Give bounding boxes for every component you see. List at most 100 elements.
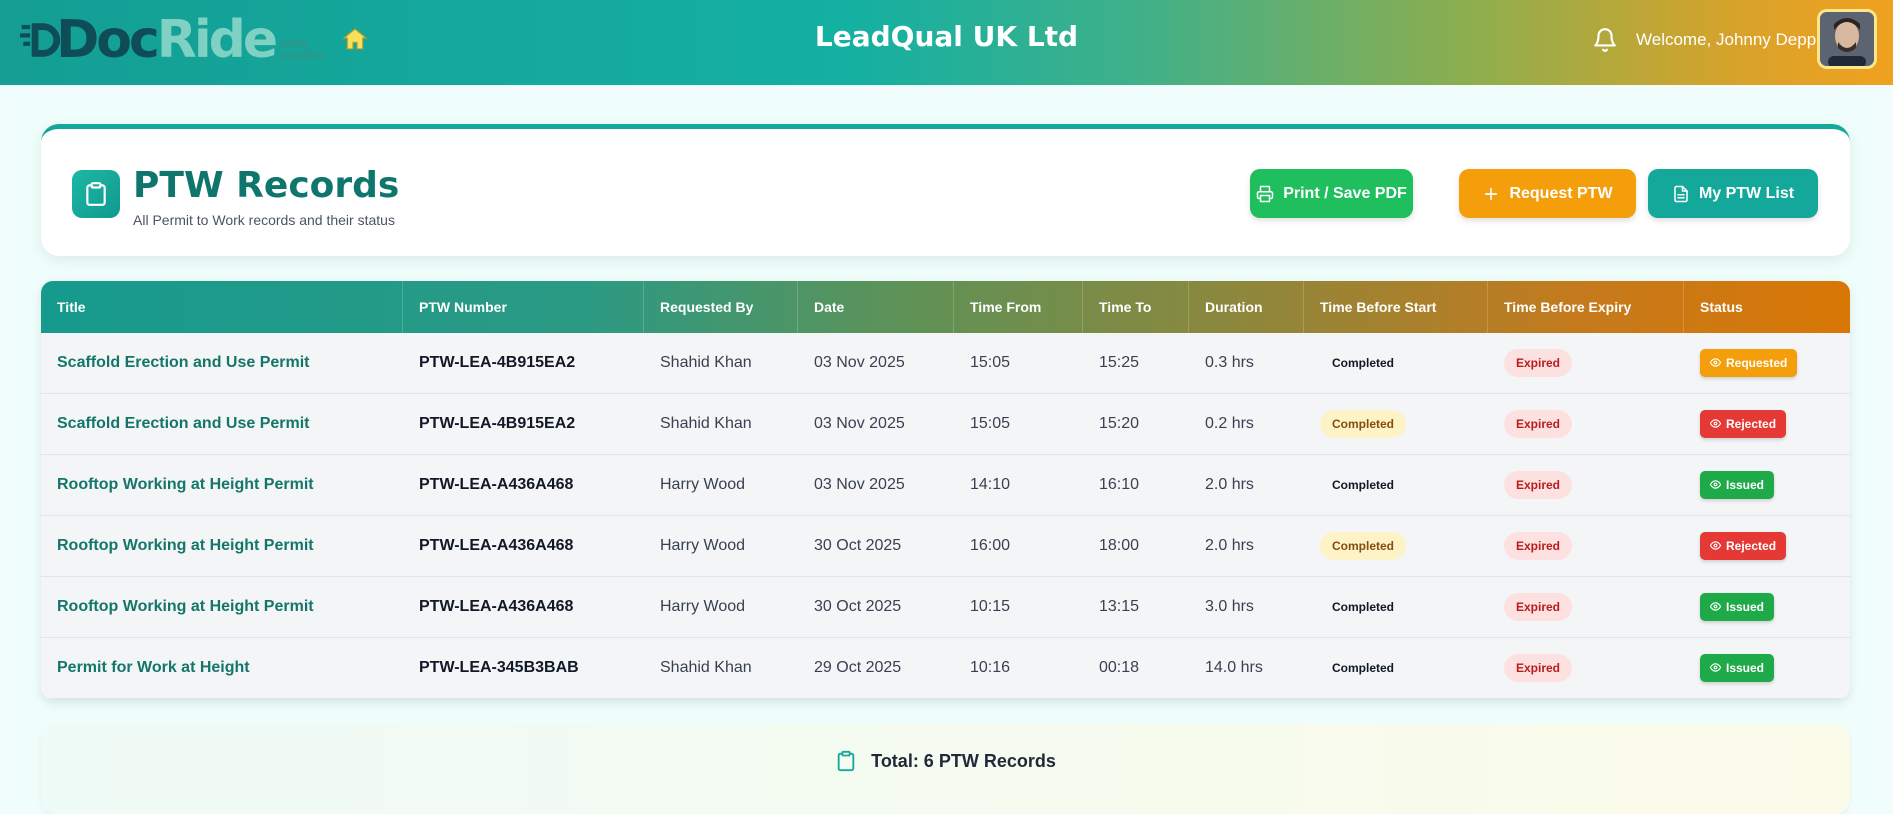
bell-icon[interactable] (1592, 26, 1618, 54)
home-icon[interactable] (342, 26, 368, 52)
cell-title[interactable]: Scaffold Erection and Use Permit (41, 394, 310, 454)
time-before-expiry-badge: Expired (1504, 470, 1573, 499)
page-subtitle: All Permit to Work records and their sta… (133, 212, 395, 228)
user-avatar-icon (1820, 12, 1874, 66)
table-row[interactable]: Rooftop Working at Height Permit PTW-LEA-… (41, 577, 1850, 638)
my-ptw-list-button[interactable]: My PTW List (1648, 169, 1818, 218)
status-label: Issued (1726, 477, 1765, 492)
cell-time-before-start: Completed (1304, 577, 1406, 637)
time-before-start-badge: Completed (1332, 477, 1395, 492)
cell-time-before-start: Completed (1304, 638, 1406, 698)
status-badge[interactable]: Rejected (1700, 409, 1787, 438)
logo-mark-icon (20, 23, 61, 57)
records-header-card: PTW Records All Permit to Work records a… (41, 124, 1850, 256)
cell-status: Rejected (1684, 394, 1787, 454)
cell-duration: 0.3 hrs (1205, 354, 1254, 371)
cell-time-to: 16:10 (1099, 476, 1140, 493)
table-row[interactable]: Permit for Work at Height PTW-LEA-345B3BA… (41, 638, 1850, 699)
cell-duration: 2.0 hrs (1205, 537, 1254, 554)
clipboard-icon (72, 170, 120, 218)
logo-text-dark: Doc (56, 10, 160, 70)
status-badge[interactable]: Issued (1700, 653, 1775, 682)
cell-requested-by: Harry Wood (660, 598, 746, 615)
cell-status: Rejected (1684, 516, 1787, 576)
column-header-status[interactable]: Status (1684, 281, 1850, 333)
column-header-date[interactable]: Date (798, 281, 954, 333)
cell-duration: 0.2 hrs (1205, 415, 1254, 432)
print-button-label: Print / Save PDF (1283, 184, 1407, 202)
cell-time-before-start: Completed (1304, 516, 1407, 576)
time-before-start-badge: Completed (1332, 599, 1395, 614)
eye-icon (1710, 541, 1721, 550)
request-button-label: Request PTW (1509, 184, 1613, 202)
printer-icon (1256, 185, 1274, 202)
cell-title[interactable]: Rooftop Working at Height Permit (41, 455, 314, 515)
time-before-expiry-badge: Expired (1504, 592, 1573, 621)
cell-time-from: 15:05 (970, 415, 1011, 432)
cell-ptw-number: PTW-LEA-A436A468 (419, 598, 574, 615)
cell-title[interactable]: Scaffold Erection and Use Permit (41, 333, 310, 393)
cell-time-to: 15:25 (1099, 354, 1140, 371)
cell-title[interactable]: Rooftop Working at Height Permit (41, 516, 314, 576)
column-header-time-before-start[interactable]: Time Before Start (1304, 281, 1488, 333)
cell-duration: 14.0 hrs (1205, 659, 1263, 676)
logo-tagline: safety simplified (279, 38, 325, 62)
time-before-start-badge: Completed (1320, 531, 1407, 560)
cell-duration: 3.0 hrs (1205, 598, 1254, 615)
status-badge[interactable]: Issued (1700, 470, 1775, 499)
cell-ptw-number: PTW-LEA-4B915EA2 (419, 415, 576, 432)
cell-status: Issued (1684, 455, 1775, 515)
cell-time-to: 18:00 (1099, 537, 1140, 554)
print-save-pdf-button[interactable]: Print / Save PDF (1250, 169, 1413, 218)
cell-time-to: 15:20 (1099, 415, 1140, 432)
column-header-time-before-expiry[interactable]: Time Before Expiry (1488, 281, 1684, 333)
logo-tagline-line2: simplified (279, 50, 325, 62)
column-header-time-from[interactable]: Time From (954, 281, 1083, 333)
cell-ptw-number: PTW-LEA-4B915EA2 (419, 354, 576, 371)
table-row[interactable]: Scaffold Erection and Use Permit PTW-LEA-… (41, 333, 1850, 394)
cell-title[interactable]: Rooftop Working at Height Permit (41, 577, 314, 637)
status-label: Rejected (1726, 416, 1777, 431)
logo-wordmark: DocRide (56, 14, 278, 66)
table-row[interactable]: Rooftop Working at Height Permit PTW-LEA-… (41, 516, 1850, 577)
eye-icon (1710, 358, 1721, 367)
status-badge[interactable]: Rejected (1700, 531, 1787, 560)
total-records-text: Total: 6 PTW Records (871, 750, 1056, 771)
eye-icon (1710, 480, 1721, 489)
cell-time-from: 10:16 (970, 659, 1011, 676)
cell-requested-by: Harry Wood (660, 537, 746, 554)
cell-time-from: 16:00 (970, 537, 1011, 554)
column-header-duration[interactable]: Duration (1189, 281, 1304, 333)
column-header-requested-by[interactable]: Requested By (644, 281, 798, 333)
avatar[interactable] (1817, 9, 1877, 69)
cell-status: Requested (1684, 333, 1798, 393)
cell-date: 03 Nov 2025 (814, 354, 905, 371)
cell-requested-by: Shahid Khan (660, 354, 752, 371)
logo-text-light: Ride (156, 10, 278, 70)
list-button-label: My PTW List (1698, 184, 1795, 202)
welcome-text: Welcome, Johnny Depp (1636, 30, 1817, 49)
cell-time-before-start: Completed (1304, 455, 1406, 515)
cell-time-before-expiry: Expired (1488, 638, 1573, 698)
cell-status: Issued (1684, 577, 1775, 637)
cell-title[interactable]: Permit for Work at Height (41, 638, 250, 698)
status-label: Rejected (1726, 538, 1777, 553)
time-before-expiry-badge: Expired (1504, 531, 1573, 560)
cell-date: 29 Oct 2025 (814, 659, 902, 676)
table-row[interactable]: Rooftop Working at Height Permit PTW-LEA-… (41, 455, 1850, 516)
column-header-title[interactable]: Title (41, 281, 403, 333)
page-title: PTW Records (133, 165, 400, 206)
table-row[interactable]: Scaffold Erection and Use Permit PTW-LEA-… (41, 394, 1850, 455)
clipboard-icon (837, 750, 855, 772)
cell-time-before-start: Completed (1304, 333, 1406, 393)
status-badge[interactable]: Issued (1700, 592, 1775, 621)
document-icon (1674, 185, 1688, 202)
status-label: Issued (1726, 599, 1765, 614)
column-header-ptw-number[interactable]: PTW Number (403, 281, 644, 333)
request-ptw-button[interactable]: Request PTW (1459, 169, 1636, 218)
cell-date: 30 Oct 2025 (814, 537, 902, 554)
time-before-expiry-badge: Expired (1504, 653, 1573, 682)
column-header-time-to[interactable]: Time To (1083, 281, 1189, 333)
logo[interactable]: DocRide safety simplified (20, 12, 325, 68)
status-badge[interactable]: Requested (1700, 348, 1798, 377)
